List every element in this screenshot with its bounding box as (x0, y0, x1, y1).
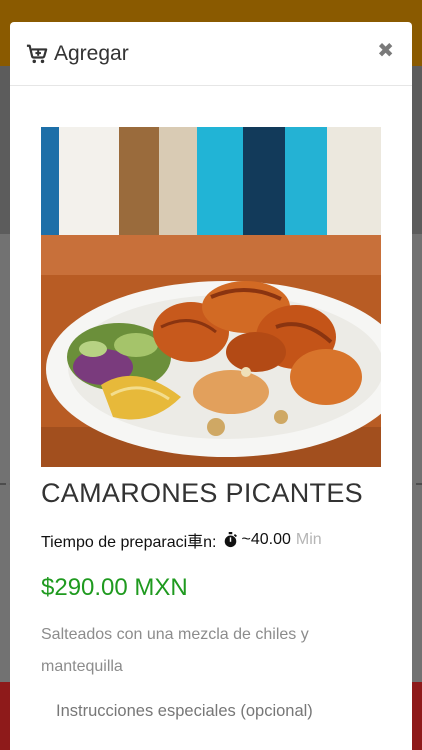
add-item-modal: Agregar ✖ CAMARONES PICANTES Tiempo de p… (10, 22, 412, 750)
close-icon[interactable]: ✖ (377, 40, 394, 60)
special-instructions-label[interactable]: Instrucciones especiales (opcional) (56, 702, 313, 721)
modal-header: Agregar ✖ (10, 22, 412, 86)
product-price: $290.00 MXN (41, 574, 188, 601)
product-name: CAMARONES PICANTES (41, 478, 363, 508)
prep-time-value: ~40.00 (241, 531, 291, 548)
stopwatch-icon (224, 532, 237, 548)
product-description: Salteados con una mezcla de chiles y man… (41, 626, 309, 675)
prep-time: Tiempo de preparaci車n: ~40.00 Min (41, 528, 322, 552)
cart-plus-icon (26, 44, 48, 63)
prep-time-unit: Min (295, 531, 322, 548)
prep-time-label: Tiempo de preparaci車n: (41, 534, 217, 551)
modal-title: Agregar (54, 41, 129, 65)
product-photo (41, 127, 381, 467)
